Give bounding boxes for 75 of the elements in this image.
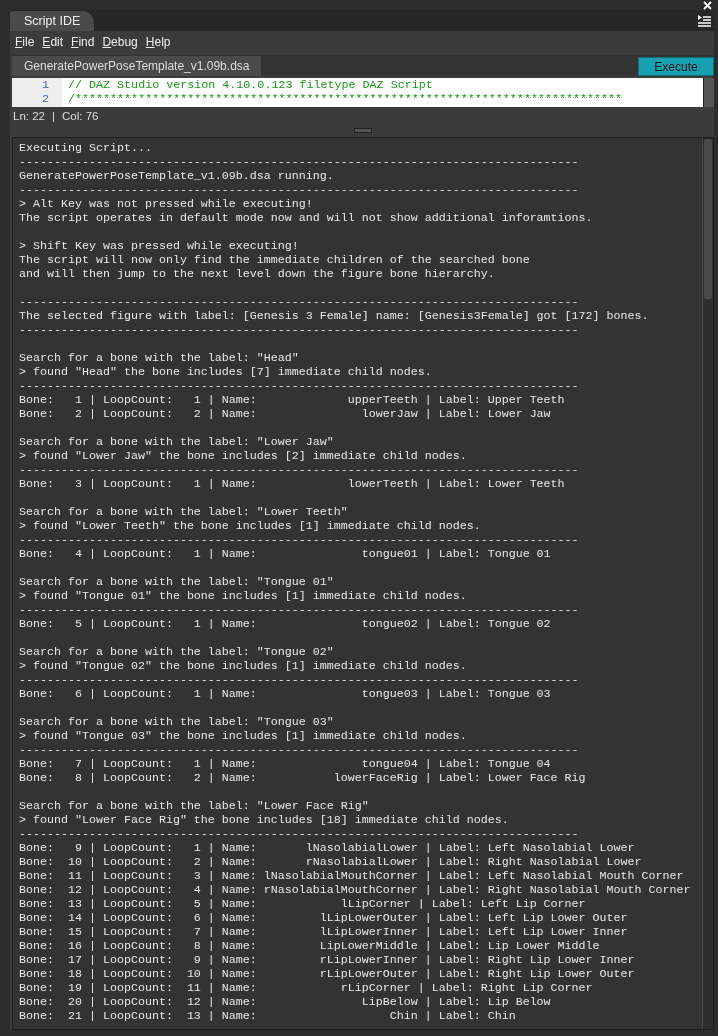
console-line: > found "Lower Teeth" the bone includes [1] immediate child nodes. — [19, 519, 481, 533]
console-line: > found "Lower Jaw" the bone includes [2] immediate child nodes. — [19, 449, 467, 463]
menu-item[interactable]: Help — [143, 35, 177, 49]
console-line: -------------------------------------------------------------------------------- — [19, 603, 579, 617]
code-line: // DAZ Studio version 4.10.0.123 filetype DAZ Script — [68, 79, 434, 92]
console-line: and will then jump to the next level down the figure bone hierarchy. — [19, 267, 495, 281]
console-line: -------------------------------------------------------------------------------- — [19, 827, 579, 841]
console-line: Bone: 7 | LoopCount: 1 | Name: tongue04 | Label: Tongue 04 — [19, 757, 551, 771]
console-line: > found "Tongue 02" the bone includes [1] immediate child nodes. — [19, 659, 467, 673]
code-line: /****************************************************************************** — [68, 93, 624, 106]
menu-item[interactable]: Edit — [40, 35, 70, 49]
console-line: Bone: 2 | LoopCount: 2 | Name: lowerJaw | Label: Lower Jaw — [19, 407, 551, 421]
console-line: > Shift Key was pressed while executing! — [19, 239, 299, 253]
console-line: -------------------------------------------------------------------------------- — [19, 463, 579, 477]
line-position: Ln: 22 — [13, 110, 45, 122]
console-line: -------------------------------------------------------------------------------- — [19, 295, 579, 309]
console-line: Bone: 16 | LoopCount: 8 | Name: LipLowerMiddle | Label: Lip Lower Middle — [19, 939, 600, 953]
console-line: Bone: 20 | LoopCount: 12 | Name: LipBelow | Label: Lip Below — [19, 995, 551, 1009]
console-line: -------------------------------------------------------------------------------- — [19, 323, 579, 337]
console-line: The script operates in default mode now and will not show additional inforamtions. — [19, 211, 593, 225]
console-line: Search for a bone with the label: "Lower Face Rig" — [19, 799, 369, 813]
console-line: Bone: 3 | LoopCount: 1 | Name: lowerTeeth | Label: Lower Teeth — [19, 477, 565, 491]
menu-item[interactable]: File — [13, 35, 41, 49]
status-separator: | — [52, 110, 55, 122]
scrollbar[interactable] — [703, 78, 714, 107]
console-line: Search for a bone with the label: "Lower Teeth" — [19, 505, 348, 519]
scrollbar[interactable] — [702, 138, 713, 1029]
column-position: Col: 76 — [62, 110, 99, 122]
panel-menu-icon[interactable] — [697, 13, 712, 29]
console-line: Search for a bone with the label: "Tongue 02" — [19, 645, 334, 659]
line-number: 2 — [42, 93, 49, 106]
console-line: Bone: 4 | LoopCount: 1 | Name: tongue01 | Label: Tongue 01 — [19, 547, 551, 561]
console-line: Search for a bone with the label: "Lower Jaw" — [19, 435, 334, 449]
console-line: > found "Tongue 03" the bone includes [1] immediate child nodes. — [19, 729, 467, 743]
console-line: Bone: 8 | LoopCount: 2 | Name: lowerFaceRig | Label: Lower Face Rig — [19, 771, 586, 785]
console-line: Bone: 11 | LoopCount: 3 | Name: lNasolabialMouthCorner | Label: Left Nasolabial Mouth Corner — [19, 869, 684, 883]
console-line: Bone: 13 | LoopCount: 5 | Name: lLipCorner | Label: Left Lip Corner — [19, 897, 586, 911]
console-line: GeneratePowerPoseTemplate_v1.09b.dsa running. — [19, 169, 334, 183]
console-line: -------------------------------------------------------------------------------- — [19, 533, 579, 547]
console-line: Bone: 21 | LoopCount: 13 | Name: Chin | Label: Chin — [19, 1009, 516, 1023]
close-icon[interactable] — [703, 1, 712, 10]
menu-item[interactable]: Find — [69, 35, 101, 49]
console-line: Bone: 6 | LoopCount: 1 | Name: tongue03 | Label: Tongue 03 — [19, 687, 551, 701]
splitter-handle-icon[interactable] — [354, 127, 372, 133]
console-line: The script will now only find the immediate children of the searched bone — [19, 253, 530, 267]
console-line: The selected figure with label: [Genesis 3 Female] name: [Genesis3Female] got [172] bones. — [19, 309, 649, 323]
console-line: -------------------------------------------------------------------------------- — [19, 183, 579, 197]
line-number: 1 — [42, 79, 49, 92]
execute-button[interactable]: Execute — [638, 57, 714, 76]
console-line: -------------------------------------------------------------------------------- — [19, 379, 579, 393]
console-line: > found "Lower Face Rig" the bone includes [18] immediate child nodes. — [19, 813, 509, 827]
console-line: Bone: 17 | LoopCount: 9 | Name: rLipLowerInner | Label: Right Lip Lower Inner — [19, 953, 635, 967]
code-editor[interactable]: 1 2 // DAZ Studio version 4.10.0.123 filetype DAZ Script /****************************************************************************** — [12, 78, 714, 107]
console-line: Executing Script... — [19, 141, 152, 155]
console-line: Bone: 9 | LoopCount: 1 | Name: lNasolabialLower | Label: Left Nasolabial Lower — [19, 841, 635, 855]
file-tab[interactable]: GeneratePowerPoseTemplate_v1.09b.dsa — [12, 56, 262, 76]
console-line: -------------------------------------------------------------------------------- — [19, 673, 579, 687]
console-line: Bone: 10 | LoopCount: 2 | Name: rNasolabialLower | Label: Right Nasolabial Lower — [19, 855, 642, 869]
console-line: Bone: 15 | LoopCount: 7 | Name: lLipLowerInner | Label: Left Lip Lower Inner — [19, 925, 628, 939]
console-line: Bone: 19 | LoopCount: 11 | Name: rLipCorner | Label: Right Lip Corner — [19, 981, 593, 995]
console-line: Bone: 5 | LoopCount: 1 | Name: tongue02 | Label: Tongue 02 — [19, 617, 551, 631]
console-line: Search for a bone with the label: "Tongue 01" — [19, 575, 334, 589]
console-line: > found "Tongue 01" the bone includes [1] immediate child nodes. — [19, 589, 467, 603]
menu-item[interactable]: Debug — [100, 35, 144, 49]
console-line: > Alt Key was not pressed while executing! — [19, 197, 313, 211]
console-line: Bone: 18 | LoopCount: 10 | Name: rLipLowerOuter | Label: Right Lip Lower Outer — [19, 967, 635, 981]
console-line: Bone: 1 | LoopCount: 1 | Name: upperTeeth | Label: Upper Teeth — [19, 393, 565, 407]
console-line: Bone: 12 | LoopCount: 4 | Name: rNasolabialMouthCorner | Label: Right Nasolabial Mouth Corner — [19, 883, 691, 897]
console-line: -------------------------------------------------------------------------------- — [19, 743, 579, 757]
console-line: -------------------------------------------------------------------------------- — [19, 155, 579, 169]
console-line: Search for a bone with the label: "Head" — [19, 351, 299, 365]
window-tab[interactable]: Script IDE — [10, 11, 95, 31]
console-line: > found "Head" the bone includes [7] immediate child nodes. — [19, 365, 432, 379]
console-line: Search for a bone with the label: "Tongue 03" — [19, 715, 334, 729]
console-line: Bone: 14 | LoopCount: 6 | Name: lLipLowerOuter | Label: Left Lip Lower Outer — [19, 911, 628, 925]
